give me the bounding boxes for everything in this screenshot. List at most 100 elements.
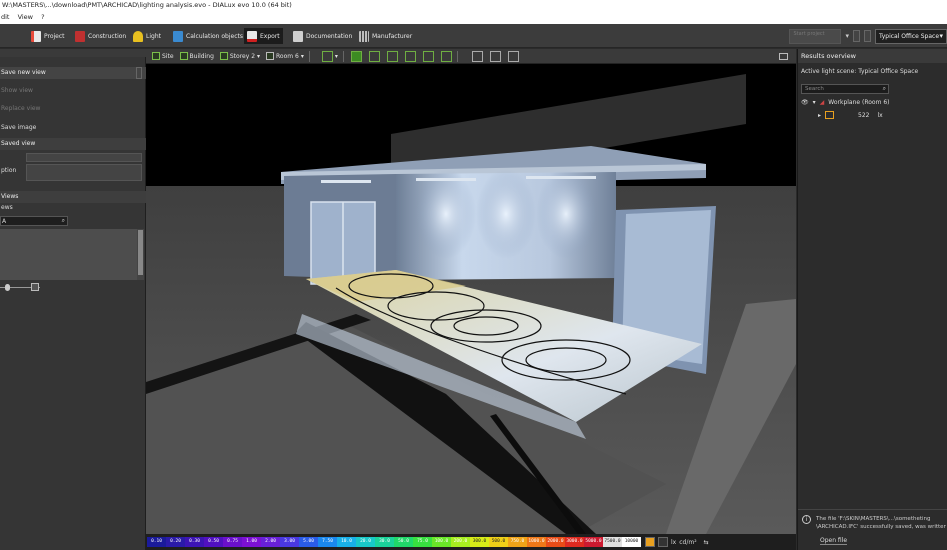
dimension-icon[interactable]: [507, 50, 519, 62]
legend-tools: lx cd/m² ⇆: [645, 537, 709, 547]
toolbar-divider: [308, 50, 310, 62]
save-view-button[interactable]: Save new view: [0, 67, 146, 79]
project-icon: [31, 30, 41, 42]
zoom-slider-handle[interactable]: [5, 284, 10, 291]
nav-site[interactable]: Site: [152, 52, 174, 60]
menu-item-edit[interactable]: dit: [1, 13, 9, 21]
view-side-icon[interactable]: [404, 50, 416, 62]
save-image-button[interactable]: Save image: [0, 124, 146, 131]
lamp-icon: [133, 30, 143, 42]
legend-cell: 5.00: [299, 537, 318, 547]
legend-cell: 3000.0: [565, 537, 584, 547]
view-3d-icon[interactable]: [350, 50, 362, 62]
menu-item-help[interactable]: ?: [41, 13, 44, 21]
replace-view-button[interactable]: Replace view: [0, 105, 146, 112]
swap-icon[interactable]: ⇆: [704, 539, 709, 546]
nav-storey[interactable]: Storey 2 ▾: [219, 52, 261, 60]
legend-cell: 10000: [622, 537, 641, 547]
legend-cell: 10.0: [337, 537, 356, 547]
legend-grey-icon[interactable]: [658, 537, 668, 547]
chevron-down-icon: ▾: [257, 52, 261, 60]
view-description-field[interactable]: [26, 164, 142, 181]
unit-luminance-toggle[interactable]: cd/m²: [679, 539, 696, 546]
tab-export[interactable]: Export: [244, 28, 283, 44]
viewport-toolbar: Site Building Storey 2 ▾ Room 6 ▾ ▾: [146, 49, 796, 64]
view-name-field[interactable]: [26, 153, 142, 162]
panel-toggle-icon-2[interactable]: [864, 30, 871, 42]
window-title: W:\MASTERS\...\download\PMT\ARCHICAD\lig…: [2, 1, 292, 9]
site-icon: [152, 52, 160, 60]
nav-building[interactable]: Building: [179, 52, 214, 60]
results-header: Results overview: [798, 49, 947, 63]
tab-light[interactable]: Light: [130, 28, 164, 44]
legend-cell: 0.30: [185, 537, 204, 547]
menu-item-view[interactable]: View: [18, 13, 33, 21]
manufacturer-icon: [359, 30, 369, 42]
tree-item-workplane[interactable]: 👁 ▾ ◢ Workplane (Room 6): [801, 99, 890, 106]
toolbar-divider: [342, 50, 344, 62]
legend-cell: 750.0: [508, 537, 527, 547]
zoom-extents-icon[interactable]: [471, 50, 483, 62]
workplane-icon: ◢: [819, 99, 825, 106]
open-file-link[interactable]: Open file: [820, 537, 848, 545]
legend-cell: 300.0: [470, 537, 489, 547]
construction-icon: [75, 30, 85, 42]
legend-cell: 0.20: [166, 537, 185, 547]
tab-calculation-objects[interactable]: Calculation objects: [170, 28, 246, 44]
legend-cell: 0.50: [204, 537, 223, 547]
legend-color-icon[interactable]: [645, 537, 655, 547]
maximize-viewport-icon[interactable]: [779, 52, 788, 60]
3d-viewport[interactable]: [146, 64, 796, 534]
info-icon: i: [802, 515, 811, 524]
start-project-button[interactable]: Start project: [789, 28, 842, 44]
tab-manufacturer[interactable]: Manufacturer: [356, 28, 415, 44]
search-icon: ⌕: [882, 85, 886, 92]
luminaire: [321, 180, 371, 183]
legend-cell: 20.0: [356, 537, 375, 547]
light-scene-select[interactable]: Typical Office Space: [875, 28, 947, 44]
legend-cell: 2000.0: [546, 537, 565, 547]
legend-cell: 200.0: [451, 537, 470, 547]
view-floor-plan-icon[interactable]: [368, 50, 380, 62]
calculation-objects-icon: [173, 30, 183, 42]
panel-toggle-icon[interactable]: [853, 30, 860, 42]
left-panel-header: [0, 49, 146, 57]
view-other-side-icon[interactable]: [440, 50, 452, 62]
chevron-right-icon[interactable]: ▸: [818, 112, 821, 119]
legend-cell: 5000.0: [584, 537, 603, 547]
view-front-icon[interactable]: [386, 50, 398, 62]
scrollbar-thumb[interactable]: [138, 230, 143, 275]
legend-cell: 7.50: [318, 537, 337, 547]
chevron-down-icon[interactable]: ▾: [335, 53, 338, 60]
toolbar-divider: [456, 50, 458, 62]
image-icon[interactable]: [31, 283, 39, 291]
views-list[interactable]: [0, 229, 137, 280]
chevron-down-icon[interactable]: ▾: [845, 32, 849, 40]
view-back-icon[interactable]: [422, 50, 434, 62]
tab-documentation[interactable]: Documentation: [290, 28, 355, 44]
building-icon: [179, 52, 188, 60]
views-search-input[interactable]: A ⌕: [0, 216, 68, 226]
save-view-dropdown[interactable]: [136, 67, 142, 79]
results-search-input[interactable]: Search ⌕: [801, 84, 889, 94]
eye-icon[interactable]: 👁: [801, 99, 809, 106]
storey-icon: [219, 52, 228, 60]
legend-cell: 100.0: [432, 537, 451, 547]
tree-item-illuminance[interactable]: ▸ 522 lx: [818, 111, 883, 119]
saved-view-header: Saved view: [0, 138, 146, 150]
views-subheader: ews: [1, 204, 13, 211]
tab-project[interactable]: Project: [28, 28, 68, 44]
export-status-message: i The file 'F:\SKIN\MASTERS\...\somethet…: [798, 509, 947, 550]
legend-cell: 1000.0: [527, 537, 546, 547]
tab-construction[interactable]: Construction: [72, 28, 129, 44]
unit-lux-toggle[interactable]: lx: [671, 539, 676, 546]
measure-icon[interactable]: [489, 50, 501, 62]
show-view-button[interactable]: Show view: [0, 87, 146, 94]
view-mode-icon[interactable]: [321, 50, 333, 62]
legend-cell: 2.00: [261, 537, 280, 547]
chevron-down-icon[interactable]: ▾: [813, 99, 816, 106]
luminaire-3: [526, 176, 596, 179]
nav-room[interactable]: Room 6 ▾: [266, 52, 304, 60]
result-type-icon: [825, 111, 835, 119]
views-list-scrollbar[interactable]: [137, 229, 144, 280]
